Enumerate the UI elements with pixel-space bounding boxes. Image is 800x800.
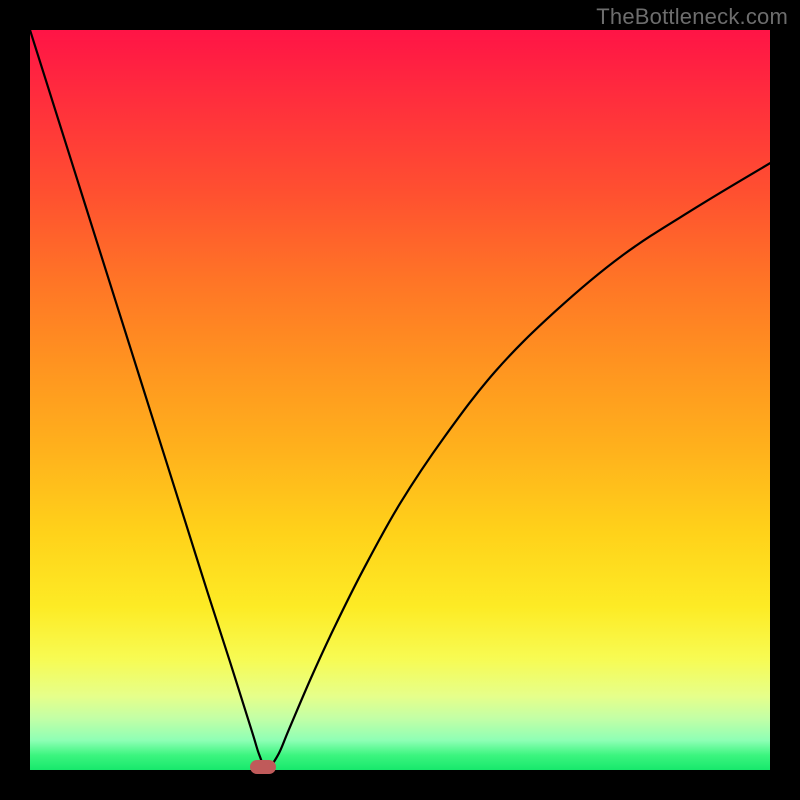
watermark-text: TheBottleneck.com [596, 4, 788, 30]
curve-svg [30, 30, 770, 770]
chart-frame: TheBottleneck.com [0, 0, 800, 800]
optimum-marker [250, 760, 276, 774]
plot-area [30, 30, 770, 770]
bottleneck-curve [30, 30, 770, 769]
